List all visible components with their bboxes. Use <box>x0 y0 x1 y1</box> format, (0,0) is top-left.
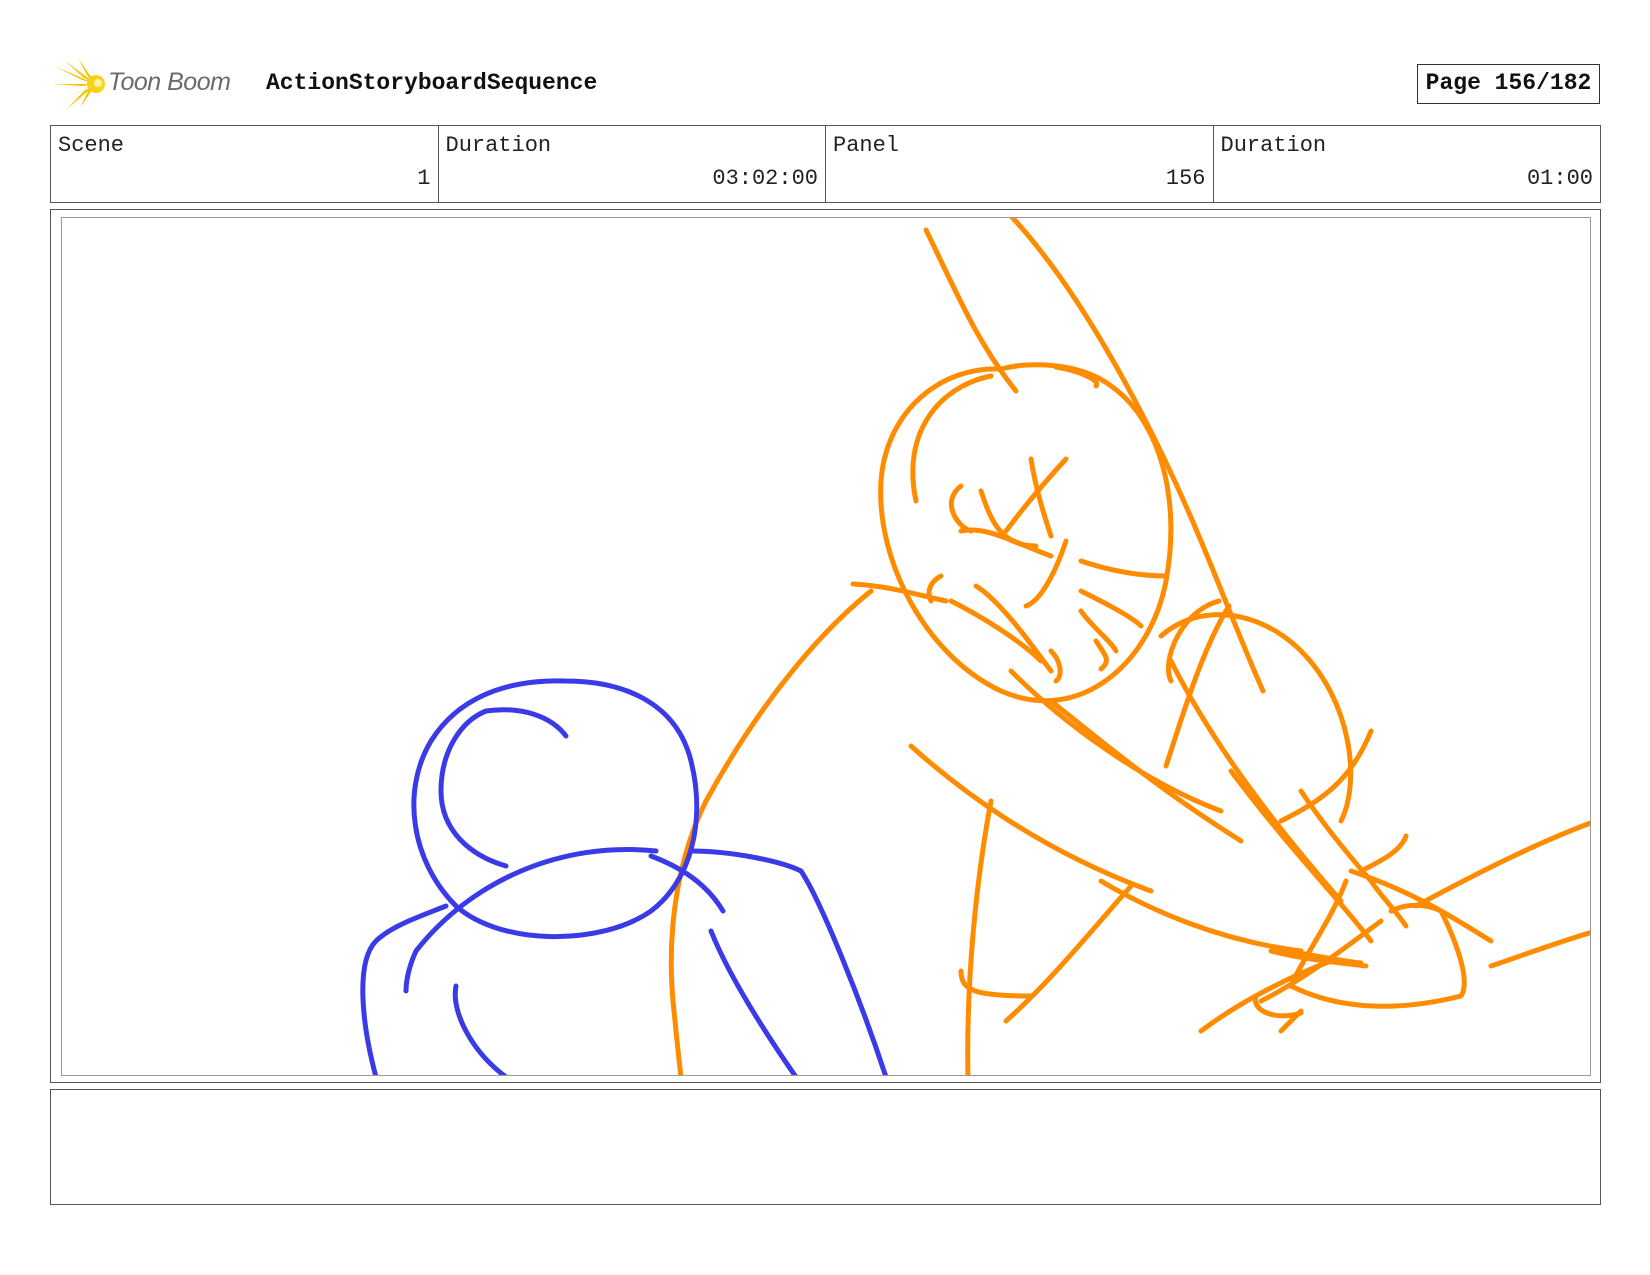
blue-character-sketch <box>360 678 888 1075</box>
logo-text: Toon Boom <box>108 68 231 96</box>
panel-duration-value: 01:00 <box>1526 166 1593 191</box>
panel-duration-cell: Duration 01:00 <box>1214 126 1601 202</box>
toon-boom-burst-icon <box>52 58 105 110</box>
panel-info-table: Scene 1 Duration 03:02:00 Panel 156 Dura… <box>50 125 1601 203</box>
scene-label: Scene <box>58 133 125 158</box>
scene-value: 1 <box>417 166 431 191</box>
sequence-title: ActionStoryboardSequence <box>266 70 598 96</box>
panel-notes-box <box>50 1089 1601 1205</box>
panel-label: Panel <box>833 133 900 158</box>
panel-value: 156 <box>1165 166 1206 191</box>
orange-character-sketch <box>668 218 1590 1075</box>
storyboard-panel-image <box>61 217 1591 1076</box>
scene-cell: Scene 1 <box>51 126 439 202</box>
scene-duration-label: Duration <box>445 133 552 158</box>
page-indicator: Page 156/182 <box>1417 64 1600 104</box>
scene-duration-value: 03:02:00 <box>712 166 818 191</box>
panel-cell: Panel 156 <box>826 126 1214 202</box>
toon-boom-logo: Toon Boom <box>52 58 252 110</box>
scene-duration-cell: Duration 03:02:00 <box>439 126 826 202</box>
panel-duration-label: Duration <box>1220 133 1327 158</box>
